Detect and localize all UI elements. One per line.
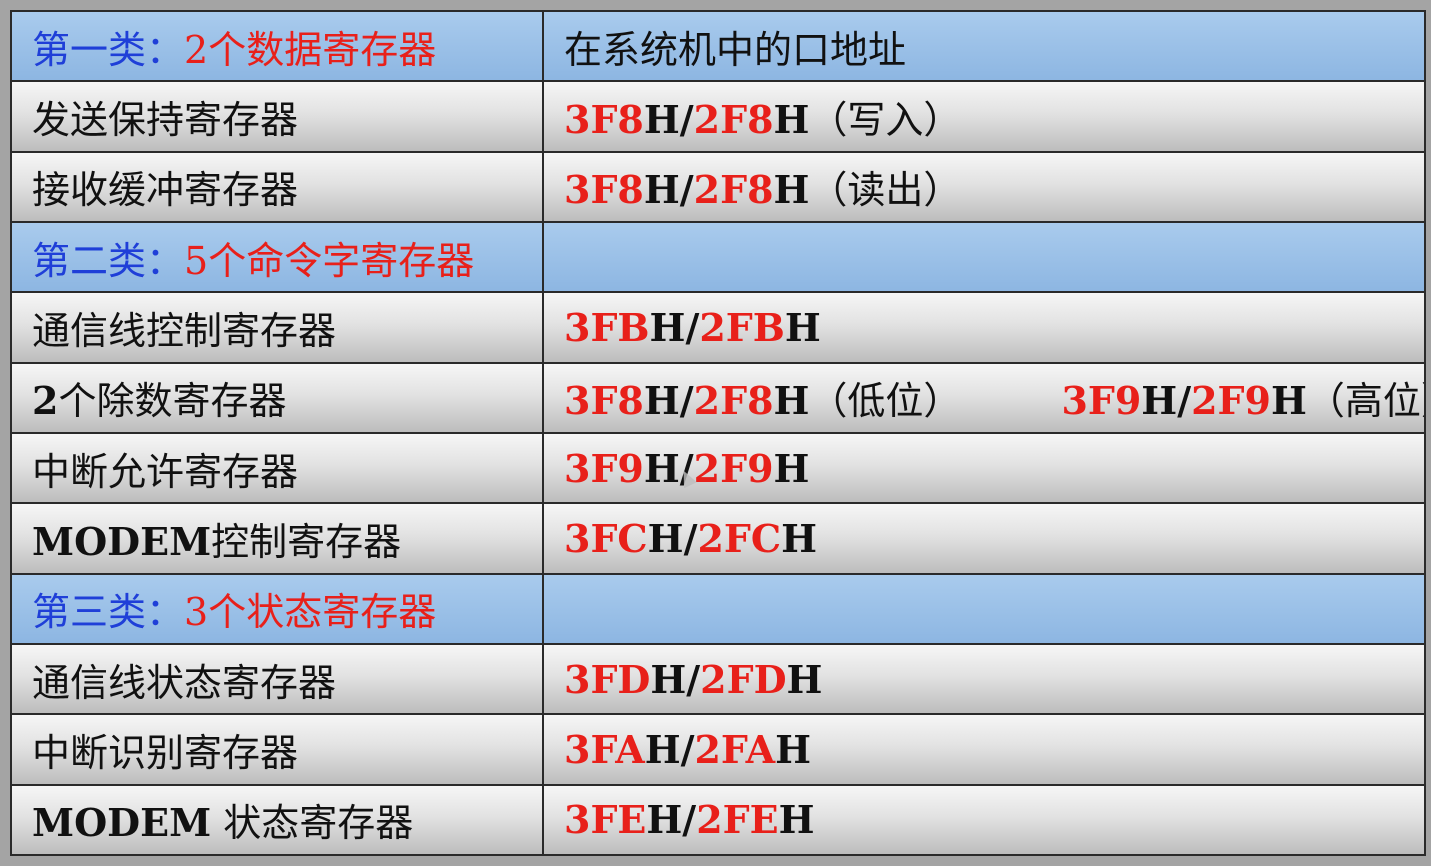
register-name: 通信线控制寄存器 bbox=[10, 291, 544, 364]
register-address: 3FCH/2FCH bbox=[542, 502, 1426, 575]
access-note: （读出） bbox=[809, 168, 962, 213]
table-row: MODEM控制寄存器 3FCH/2FCH bbox=[10, 502, 1426, 575]
register-name: 中断允许寄存器 bbox=[10, 431, 544, 505]
section-header-row: 第二类：5个命令字寄存器 bbox=[10, 220, 1426, 294]
register-address: 3FDH/2FDH bbox=[542, 642, 1426, 716]
table-row: 通信线控制寄存器 3FBH/2FBH bbox=[10, 291, 1426, 364]
register-address: 3FBH/2FBH bbox=[542, 291, 1426, 364]
section-category-cell: 第三类：3个状态寄存器 bbox=[10, 572, 544, 645]
category-label: 第二类： bbox=[32, 238, 185, 283]
slide-background: 第一类：2个数据寄存器 在系统机中的口地址 发送保持寄存器 3F8H/2F8H（… bbox=[0, 0, 1431, 866]
table-row: 中断允许寄存器 3F9H/2F9H bbox=[10, 431, 1426, 505]
high-byte-note: （高位） bbox=[1306, 379, 1423, 424]
header-address-cell: 在系统机中的口地址 bbox=[542, 9, 1426, 83]
register-name: MODEM 状态寄存器 bbox=[10, 783, 544, 857]
table-row: 通信线状态寄存器 3FDH/2FDH bbox=[10, 642, 1426, 716]
register-address: 3F9H/2F9H bbox=[542, 431, 1426, 505]
table-row: 发送保持寄存器 3F8H/2F8H（写入） bbox=[10, 80, 1426, 153]
register-name: 中断识别寄存器 bbox=[10, 713, 544, 786]
category-title: 2个数据寄存器 bbox=[184, 27, 437, 72]
register-address: 3F8H/2F8H（低位）3F9H/2F9H（高位） bbox=[542, 361, 1426, 434]
section-category-cell: 第二类：5个命令字寄存器 bbox=[10, 220, 544, 294]
table-row: 中断识别寄存器 3FAH/2FAH bbox=[10, 713, 1426, 786]
section-empty-cell bbox=[542, 572, 1426, 645]
register-name: 2个除数寄存器 bbox=[10, 361, 544, 434]
register-address: 3F8H/2F8H（写入） bbox=[542, 80, 1426, 153]
register-name: 接收缓冲寄存器 bbox=[10, 150, 544, 223]
register-name: MODEM控制寄存器 bbox=[10, 502, 544, 575]
low-byte-note: （低位） bbox=[809, 379, 962, 424]
section-empty-cell bbox=[542, 220, 1426, 294]
section-header-row: 第三类：3个状态寄存器 bbox=[10, 572, 1426, 645]
table-header-row: 第一类：2个数据寄存器 在系统机中的口地址 bbox=[10, 9, 1426, 83]
table-row: MODEM 状态寄存器 3FEH/2FEH bbox=[10, 783, 1426, 857]
register-address: 3FAH/2FAH bbox=[542, 713, 1426, 786]
register-address: 3F8H/2F8H（读出） bbox=[542, 150, 1426, 223]
register-address: 3FEH/2FEH bbox=[542, 783, 1426, 857]
category-label: 第三类： bbox=[32, 590, 185, 635]
access-note: （写入） bbox=[809, 97, 962, 142]
category-label: 第一类： bbox=[32, 27, 185, 72]
register-address-table: 第一类：2个数据寄存器 在系统机中的口地址 发送保持寄存器 3F8H/2F8H（… bbox=[10, 9, 1426, 857]
header-category-cell: 第一类：2个数据寄存器 bbox=[10, 9, 544, 83]
register-name: 发送保持寄存器 bbox=[10, 80, 544, 153]
table-row: 接收缓冲寄存器 3F8H/2F8H（读出） bbox=[10, 150, 1426, 223]
category-title: 5个命令字寄存器 bbox=[184, 238, 475, 283]
category-title: 3个状态寄存器 bbox=[184, 590, 437, 635]
table-row: 2个除数寄存器 3F8H/2F8H（低位）3F9H/2F9H（高位） bbox=[10, 361, 1426, 434]
register-name: 通信线状态寄存器 bbox=[10, 642, 544, 716]
